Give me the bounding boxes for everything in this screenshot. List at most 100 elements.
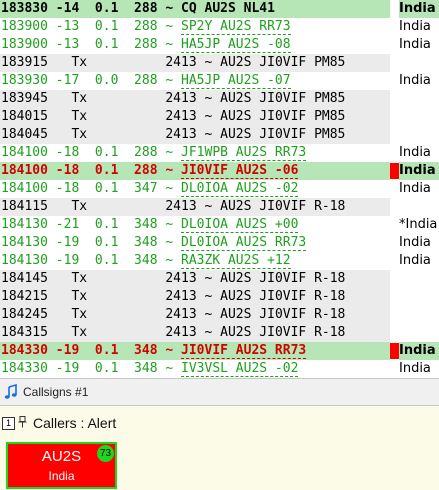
log-row-text: 184330 -19 0.1 348 ~ IV3VSL AU2S -02: [0, 360, 390, 378]
decode-log[interactable]: 183830 -14 0.1 288 ~ CQ AU2S NL41 India 18…: [0, 0, 439, 378]
log-row-text: 184330 -19 0.1 348 ~ JI0VIF AU2S RR73: [0, 342, 390, 360]
log-row-message: RA3ZK AU2S +12: [181, 253, 291, 269]
log-row[interactable]: 184130 -21 0.1 348 ~ DL0IOA AU2S +00 *Ind…: [0, 216, 439, 234]
log-row[interactable]: 184045 Tx 2413 ~ AU2S JI0VIF PM85: [0, 126, 439, 144]
log-row-country: India: [399, 234, 439, 252]
panel-number-box[interactable]: 1: [2, 416, 15, 430]
log-row[interactable]: 184100 -18 0.1 288 ~ JI0VIF AU2S -06 Indi…: [0, 162, 439, 180]
log-row-fields: 184100 -18 0.1 347 ~: [1, 181, 182, 196]
log-row[interactable]: 184330 -19 0.1 348 ~ JI0VIF AU2S RR73 Ind…: [0, 342, 439, 360]
log-row-fields: 184330 -19 0.1 348 ~: [1, 343, 182, 358]
log-row-fields: 184100 -18 0.1 288 ~: [1, 145, 182, 160]
log-row-fields: 184330 -19 0.1 348 ~: [1, 361, 182, 376]
log-row-country: India: [399, 144, 439, 162]
tab-label: Callsigns #1: [23, 385, 89, 399]
log-row-fields: 184215 Tx 2413 ~: [1, 289, 221, 304]
caller-country: India: [48, 469, 75, 483]
log-row-country: [399, 270, 439, 288]
log-row-fields: 183945 Tx 2413 ~: [1, 91, 221, 106]
log-row-country: [399, 306, 439, 324]
log-row[interactable]: 183945 Tx 2413 ~ AU2S JI0VIF PM85: [0, 90, 439, 108]
log-row[interactable]: 183900 -13 0.1 288 ~ SP2Y AU2S RR73 India: [0, 18, 439, 36]
callers-panel: 1 Callers : Alert AU2S India 73: [0, 406, 439, 490]
log-row[interactable]: 184115 Tx 2413 ~ AU2S JI0VIF R-18: [0, 198, 439, 216]
log-row-text: 184215 Tx 2413 ~ AU2S JI0VIF R-18: [0, 288, 390, 306]
log-row-text: 184045 Tx 2413 ~ AU2S JI0VIF PM85: [0, 126, 390, 144]
log-row-text: 184100 -18 0.1 288 ~ JI0VIF AU2S -06: [0, 162, 390, 180]
log-row-text: 184130 -19 0.1 348 ~ RA3ZK AU2S +12: [0, 252, 390, 270]
log-row-message: AU2S JI0VIF R-18: [220, 199, 346, 214]
log-row-text: 184315 Tx 2413 ~ AU2S JI0VIF R-18: [0, 324, 390, 342]
log-row-fields: 184045 Tx 2413 ~: [1, 127, 221, 142]
log-row[interactable]: 184015 Tx 2413 ~ AU2S JI0VIF PM85: [0, 108, 439, 126]
log-row-text: 183930 -17 0.0 288 ~ HA5JP AU2S -07: [0, 72, 390, 90]
log-row-country: India: [399, 342, 439, 360]
log-row-fields: 183930 -17 0.0 288 ~: [1, 73, 182, 88]
music-note-icon: [4, 384, 18, 400]
log-row-country: [399, 324, 439, 342]
log-row-text: 184145 Tx 2413 ~ AU2S JI0VIF R-18: [0, 270, 390, 288]
log-row-fields: 184130 -19 0.1 348 ~: [1, 235, 182, 250]
alert-marker: [390, 343, 399, 359]
log-row[interactable]: 183930 -17 0.0 288 ~ HA5JP AU2S -07 India: [0, 72, 439, 90]
log-row-text: 183900 -13 0.1 288 ~ SP2Y AU2S RR73: [0, 18, 390, 36]
log-row-message: DL0IOA AU2S -02: [181, 181, 299, 197]
log-row-text: 183900 -13 0.1 288 ~ HA5JP AU2S -08: [0, 36, 390, 54]
log-row[interactable]: 184315 Tx 2413 ~ AU2S JI0VIF R-18: [0, 324, 439, 342]
log-row-text: 184100 -18 0.1 347 ~ DL0IOA AU2S -02: [0, 180, 390, 198]
log-row-fields: 184315 Tx 2413 ~: [1, 325, 221, 340]
log-row[interactable]: 184100 -18 0.1 347 ~ DL0IOA AU2S -02 Indi…: [0, 180, 439, 198]
log-row-message: CQ AU2S NL41: [181, 1, 275, 16]
log-row[interactable]: 183830 -14 0.1 288 ~ CQ AU2S NL41 India: [0, 0, 439, 18]
log-row-country: India: [399, 0, 439, 18]
log-row-message: DL0IOA AU2S +00: [181, 217, 299, 233]
log-row[interactable]: 184130 -19 0.1 348 ~ DL0IOA AU2S RR73 Ind…: [0, 234, 439, 252]
log-row-message: AU2S JI0VIF PM85: [220, 91, 346, 106]
log-row[interactable]: 184145 Tx 2413 ~ AU2S JI0VIF R-18: [0, 270, 439, 288]
log-row-message: AU2S JI0VIF R-18: [220, 307, 346, 322]
log-row-fields: 184130 -21 0.1 348 ~: [1, 217, 182, 232]
log-row-message: HA5JP AU2S -08: [181, 37, 291, 53]
log-row-message: HA5JP AU2S -07: [181, 73, 291, 89]
log-row-country: India: [399, 360, 439, 378]
log-row-text: 184130 -19 0.1 348 ~ DL0IOA AU2S RR73: [0, 234, 390, 252]
log-row-fields: 184130 -19 0.1 348 ~: [1, 253, 182, 268]
log-row-message: AU2S JI0VIF PM85: [220, 55, 346, 70]
log-row-fields: 183900 -13 0.1 288 ~: [1, 37, 182, 52]
log-row-fields: 183900 -13 0.1 288 ~: [1, 19, 182, 34]
log-row-text: 184130 -21 0.1 348 ~ DL0IOA AU2S +00: [0, 216, 390, 234]
log-row-text: 184115 Tx 2413 ~ AU2S JI0VIF R-18: [0, 198, 390, 216]
log-row-country: [399, 126, 439, 144]
tab-callsigns[interactable]: Callsigns #1: [4, 382, 88, 402]
log-row-country: India: [399, 36, 439, 54]
log-row-message: SP2Y AU2S RR73: [181, 19, 291, 35]
log-row-country: [399, 108, 439, 126]
log-row-message: JF1WPB AU2S RR73: [181, 145, 307, 161]
panel-header: 1 Callers : Alert: [2, 414, 116, 432]
log-row[interactable]: 184215 Tx 2413 ~ AU2S JI0VIF R-18: [0, 288, 439, 306]
log-row-message: AU2S JI0VIF PM85: [220, 127, 346, 142]
alert-marker: [390, 163, 399, 179]
log-row-text: 183915 Tx 2413 ~ AU2S JI0VIF PM85: [0, 54, 390, 72]
caller-card[interactable]: AU2S India 73: [6, 442, 117, 489]
log-row-message: JI0VIF AU2S -06: [181, 163, 299, 179]
log-row-country: [399, 90, 439, 108]
log-row[interactable]: 184245 Tx 2413 ~ AU2S JI0VIF R-18: [0, 306, 439, 324]
log-row-fields: 184115 Tx 2413 ~: [1, 199, 221, 214]
log-row-text: 184100 -18 0.1 288 ~ JF1WPB AU2S RR73: [0, 144, 390, 162]
log-row[interactable]: 183915 Tx 2413 ~ AU2S JI0VIF PM85: [0, 54, 439, 72]
log-row-message: AU2S JI0VIF R-18: [220, 325, 346, 340]
log-row-message: DL0IOA AU2S RR73: [181, 235, 307, 251]
log-row[interactable]: 184100 -18 0.1 288 ~ JF1WPB AU2S RR73 Ind…: [0, 144, 439, 162]
pin-icon[interactable]: [18, 415, 27, 431]
log-row-fields: 183915 Tx 2413 ~: [1, 55, 221, 70]
log-row-country: India: [399, 72, 439, 90]
log-row-fields: 183830 -14 0.1 288 ~: [1, 1, 182, 16]
log-row[interactable]: 184130 -19 0.1 348 ~ RA3ZK AU2S +12 India: [0, 252, 439, 270]
panel-title: Callers : Alert: [33, 415, 117, 431]
log-row[interactable]: 184330 -19 0.1 348 ~ IV3VSL AU2S -02 Indi…: [0, 360, 439, 378]
log-row[interactable]: 183900 -13 0.1 288 ~ HA5JP AU2S -08 India: [0, 36, 439, 54]
log-row-message: AU2S JI0VIF R-18: [220, 271, 346, 286]
log-row-fields: 184245 Tx 2413 ~: [1, 307, 221, 322]
log-row-country: India: [399, 18, 439, 36]
